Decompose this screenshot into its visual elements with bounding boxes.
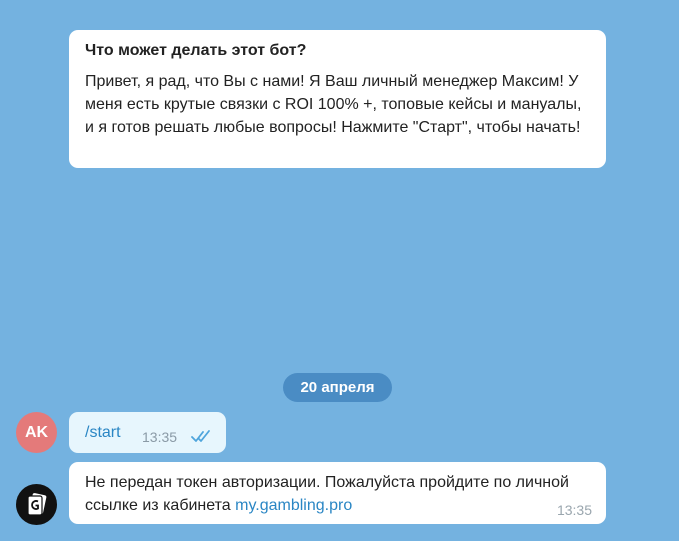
- outgoing-message[interactable]: /start 13:35: [69, 412, 226, 453]
- incoming-message-time: 13:35: [556, 502, 592, 518]
- bot-logo-icon: [27, 493, 47, 516]
- outgoing-message-time: 13:35: [142, 429, 178, 445]
- incoming-message-text: Не передан токен авторизации. Пожалуйста…: [85, 471, 590, 517]
- bot-info-title: Что может делать этот бот?: [85, 42, 307, 59]
- date-separator: 20 апреля: [283, 373, 392, 402]
- incoming-message[interactable]: Не передан токен авторизации. Пожалуйста…: [69, 462, 606, 524]
- user-avatar[interactable]: AK: [16, 412, 57, 453]
- bot-info-card: Что может делать этот бот? Привет, я рад…: [69, 30, 606, 168]
- bot-avatar[interactable]: [16, 484, 57, 525]
- cabinet-link[interactable]: my.gambling.pro: [235, 497, 352, 514]
- outgoing-message-text[interactable]: /start: [85, 423, 121, 443]
- double-check-icon: [191, 430, 210, 442]
- bot-info-text: Привет, я рад, что Вы с нами! Я Ваш личн…: [85, 73, 582, 136]
